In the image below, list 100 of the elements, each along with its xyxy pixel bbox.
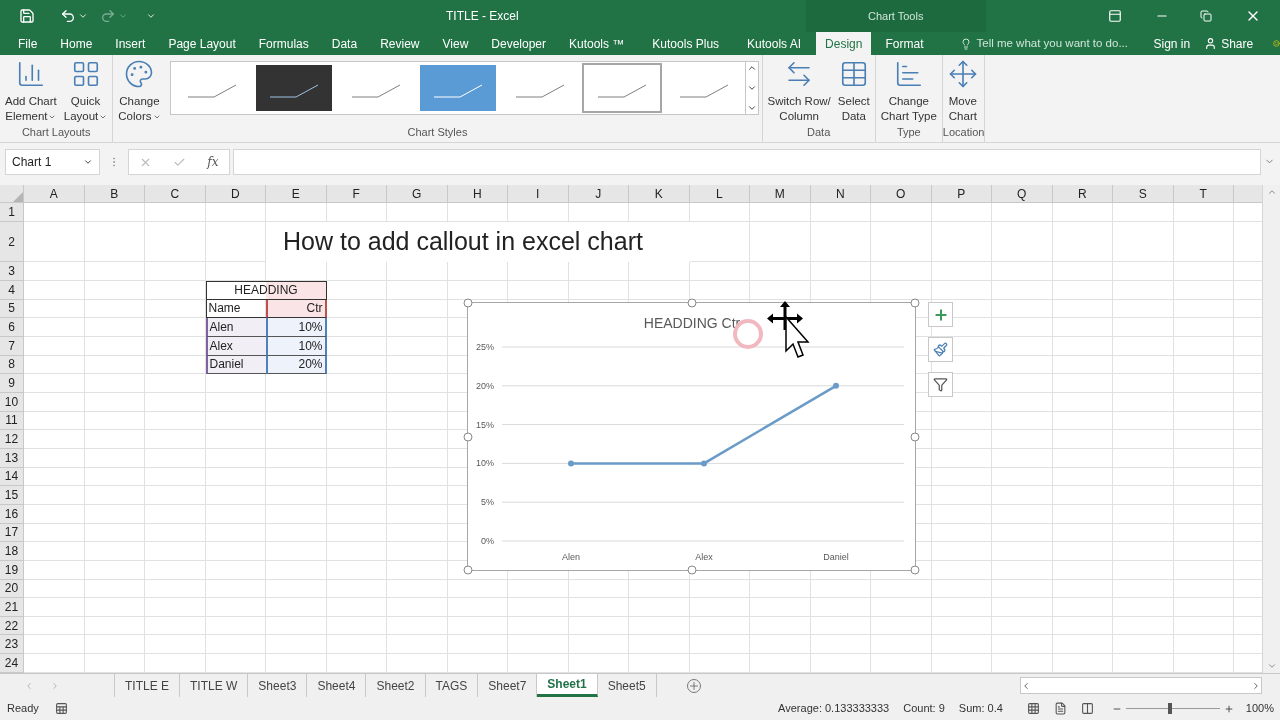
ribbon-tab[interactable]: Developer — [482, 32, 555, 55]
column-header[interactable]: I — [508, 185, 569, 203]
resize-handle[interactable] — [463, 432, 473, 441]
insert-function-button[interactable]: fx — [207, 153, 219, 171]
ribbon-tab[interactable]: Page Layout — [159, 32, 245, 55]
chart-elements-button[interactable] — [928, 302, 953, 327]
plus-icon — [932, 306, 949, 323]
column-header[interactable]: J — [568, 185, 629, 203]
more-icon[interactable] — [746, 103, 757, 113]
column-header[interactable]: N — [810, 185, 871, 203]
column-header[interactable]: F — [326, 185, 387, 203]
ribbon-tab[interactable]: Insert — [106, 32, 155, 55]
sheet-tab[interactable]: Sheet1 — [537, 674, 598, 697]
save-icon[interactable] — [19, 8, 35, 24]
column-header[interactable]: Q — [992, 185, 1053, 203]
column-header[interactable]: K — [629, 185, 690, 203]
column-header[interactable]: E — [266, 185, 327, 203]
page-layout-icon[interactable] — [1053, 702, 1067, 715]
ribbon-button[interactable]: Change Colors — [116, 59, 163, 124]
row-header[interactable]: 1 — [0, 203, 24, 222]
customize-icon[interactable] — [146, 11, 156, 21]
row-header[interactable]: 18 — [0, 542, 24, 561]
formula-input[interactable] — [233, 149, 1261, 175]
resize-handle[interactable] — [910, 565, 920, 575]
column-header[interactable]: D — [205, 185, 266, 203]
scroll-down-icon[interactable] — [1266, 661, 1277, 671]
ribbon-tab[interactable]: File — [9, 32, 47, 55]
scroll-down-icon[interactable] — [746, 83, 757, 93]
ribbon-tab[interactable]: Format — [876, 32, 933, 55]
chart-styles-button[interactable] — [928, 337, 953, 362]
ribbon-button[interactable]: Add Chart Element — [3, 59, 59, 124]
zoom-in-icon[interactable] — [1223, 703, 1234, 714]
vertical-scrollbar[interactable] — [1262, 185, 1280, 673]
column-header[interactable]: R — [1052, 185, 1113, 203]
sign-in-link[interactable]: Sign in — [1147, 32, 1197, 55]
ribbon-tab[interactable]: View — [433, 32, 478, 55]
chart-style-thumbnail[interactable] — [419, 65, 496, 111]
column-header[interactable]: G — [387, 185, 448, 203]
ribbon-tab[interactable]: Kutools Plus — [643, 32, 729, 55]
row-header[interactable]: 4 — [0, 281, 24, 300]
row-header[interactable]: 6 — [0, 318, 24, 337]
column-header[interactable]: S — [1113, 185, 1174, 203]
row-header[interactable]: 24 — [0, 654, 24, 673]
caret-icon[interactable] — [83, 157, 93, 167]
data-point — [833, 382, 839, 389]
ribbon-button[interactable]: Switch Row/ Column — [765, 59, 833, 124]
scroll-left-icon[interactable] — [1021, 680, 1031, 691]
row-header[interactable]: 9 — [0, 374, 24, 393]
row-header[interactable]: 15 — [0, 486, 24, 505]
macro-record-icon[interactable] — [54, 702, 68, 715]
row-header[interactable]: 2 — [0, 222, 24, 262]
column-header[interactable]: C — [145, 185, 206, 203]
resize-handle[interactable] — [910, 298, 920, 308]
ribbon-tab[interactable]: Home — [51, 32, 102, 55]
chart-style-thumbnail[interactable] — [255, 65, 332, 111]
zoom-slider-thumb[interactable] — [1168, 703, 1173, 714]
name-box[interactable]: Chart 1 — [5, 149, 100, 175]
resize-handle[interactable] — [910, 432, 920, 441]
resize-handle[interactable] — [463, 565, 473, 575]
ribbon-button[interactable]: Change Chart Type — [878, 59, 939, 124]
scroll-right-icon[interactable] — [1251, 680, 1261, 691]
tell-me-field[interactable]: Tell me what you want to do... — [960, 32, 1142, 55]
ribbon-tab[interactable]: Formulas — [249, 32, 318, 55]
normal-view-icon[interactable] — [1026, 702, 1040, 715]
ribbon-button[interactable]: Quick Layout — [61, 59, 110, 124]
column-header[interactable]: P — [931, 185, 992, 203]
column-header[interactable]: M — [750, 185, 811, 203]
chart-filters-button[interactable] — [928, 372, 953, 397]
row-header[interactable]: 21 — [0, 598, 24, 617]
share-button[interactable]: Share — [1200, 32, 1258, 55]
scroll-up-icon[interactable] — [1266, 187, 1277, 197]
restore-icon[interactable] — [1199, 10, 1212, 22]
ribbon-tab[interactable]: Design — [816, 32, 872, 55]
scroll-up-icon[interactable] — [746, 63, 757, 73]
ribbon-tab[interactable]: Data — [322, 32, 367, 55]
data-point — [568, 460, 574, 467]
zoom-percent[interactable]: 100% — [1245, 700, 1274, 717]
axis-label: 25% — [476, 342, 494, 352]
column-header[interactable]: A — [24, 185, 85, 203]
column-header[interactable]: B — [84, 185, 145, 203]
ribbon-tab[interactable]: Kutools ™ — [560, 32, 634, 55]
caret-icon[interactable] — [78, 11, 88, 21]
column-header[interactable]: L — [689, 185, 750, 203]
column-header[interactable]: T — [1173, 185, 1234, 203]
undo-icon[interactable] — [60, 8, 76, 24]
ribbon-button[interactable]: Move Chart — [945, 59, 980, 124]
column-header[interactable]: H — [447, 185, 508, 203]
resize-handle[interactable] — [463, 298, 473, 308]
ribbon-button[interactable]: Select Data — [835, 59, 872, 124]
resize-handle[interactable] — [687, 565, 696, 575]
column-header[interactable]: O — [871, 185, 932, 203]
row-header[interactable]: 23 — [0, 635, 24, 655]
horizontal-scrollbar[interactable] — [1020, 677, 1262, 694]
page-break-icon[interactable] — [1080, 702, 1094, 715]
row-header[interactable]: 12 — [0, 430, 24, 449]
ribbon-tab[interactable]: Review — [371, 32, 429, 55]
ribbon-tab[interactable]: Kutools AI — [738, 32, 811, 55]
ribbon-display-icon[interactable] — [1107, 9, 1122, 23]
resize-handle[interactable] — [687, 298, 696, 308]
row-header[interactable]: 3 — [0, 262, 24, 281]
